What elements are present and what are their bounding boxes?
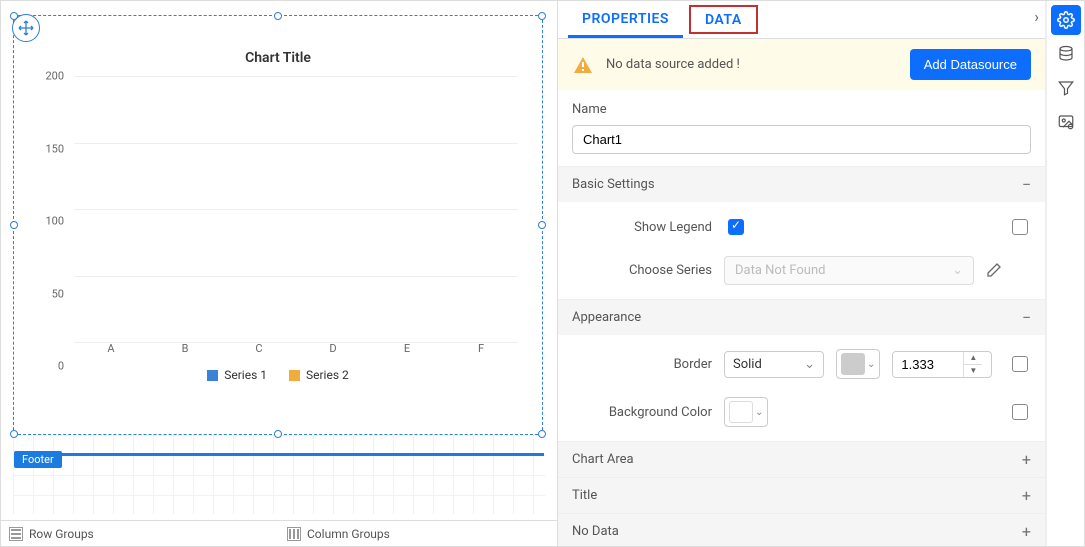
resize-handle[interactable] [538,221,546,229]
border-style-select[interactable]: Solid ⌄ [724,351,824,378]
chart-legend: Series 1Series 2 [34,368,522,382]
column-groups-icon [287,527,301,541]
edit-icon[interactable] [986,262,1004,280]
choose-series-label: Choose Series [572,263,712,278]
page-separator[interactable] [14,453,544,456]
footer-tag[interactable]: Footer [14,451,62,468]
minus-icon: − [1022,308,1031,327]
row-groups-icon [9,527,23,541]
section-appearance[interactable]: Appearance − [558,300,1045,335]
add-datasource-button[interactable]: Add Datasource [910,49,1031,80]
chevron-down-icon: ⌄ [952,263,963,278]
name-input[interactable] [572,125,1031,154]
minus-icon: − [1022,175,1031,194]
plus-icon: + [1022,486,1031,505]
chevron-down-icon: ⌄ [804,357,815,372]
chart-plot: 050100150200 ABCDEF [34,72,522,362]
expression-checkbox[interactable] [1012,404,1028,420]
resize-handle[interactable] [10,221,18,229]
show-legend-checkbox[interactable] [728,219,744,235]
bgcolor-label: Background Color [572,405,712,420]
settings-tool-icon[interactable] [1051,5,1081,35]
choose-series-select[interactable]: Data Not Found ⌄ [724,256,974,285]
resize-handle[interactable] [10,12,18,20]
chart-title: Chart Title [34,50,522,66]
resize-handle[interactable] [538,430,546,438]
tab-data[interactable]: DATA [689,5,758,34]
resize-handle[interactable] [274,430,282,438]
expression-checkbox[interactable] [1012,356,1028,372]
database-tool-icon[interactable] [1051,39,1081,69]
tab-properties[interactable]: PROPERTIES [568,1,683,38]
border-color-picker[interactable]: ⌄ [836,349,880,379]
section-title[interactable]: Title + [558,478,1045,513]
section-no-data[interactable]: No Data + [558,514,1045,546]
plus-icon: + [1022,522,1031,541]
plus-icon: + [1022,450,1031,469]
border-width-input[interactable]: ▲▼ [892,351,992,378]
filter-tool-icon[interactable] [1051,73,1081,103]
spin-up-icon[interactable]: ▲ [964,352,982,365]
name-label: Name [572,102,1031,117]
resize-handle[interactable] [274,12,282,20]
collapse-panel-icon[interactable]: › [1030,5,1043,28]
warning-icon [572,54,594,76]
section-chart-area[interactable]: Chart Area + [558,442,1045,477]
image-tool-icon[interactable] [1051,107,1081,137]
row-groups-label[interactable]: Row Groups [29,527,94,541]
resize-handle[interactable] [538,12,546,20]
spin-down-icon[interactable]: ▼ [964,365,982,377]
warning-text: No data source added ! [606,57,898,72]
show-legend-label: Show Legend [572,220,712,235]
chart-widget[interactable]: Chart Title 050100150200 ABCDEF Series 1… [13,15,543,435]
column-groups-label[interactable]: Column Groups [307,527,390,541]
expression-checkbox[interactable] [1012,219,1028,235]
section-basic-settings[interactable]: Basic Settings − [558,167,1045,202]
bgcolor-picker[interactable]: ⌄ [724,397,768,427]
border-label: Border [572,357,712,372]
resize-handle[interactable] [10,430,18,438]
